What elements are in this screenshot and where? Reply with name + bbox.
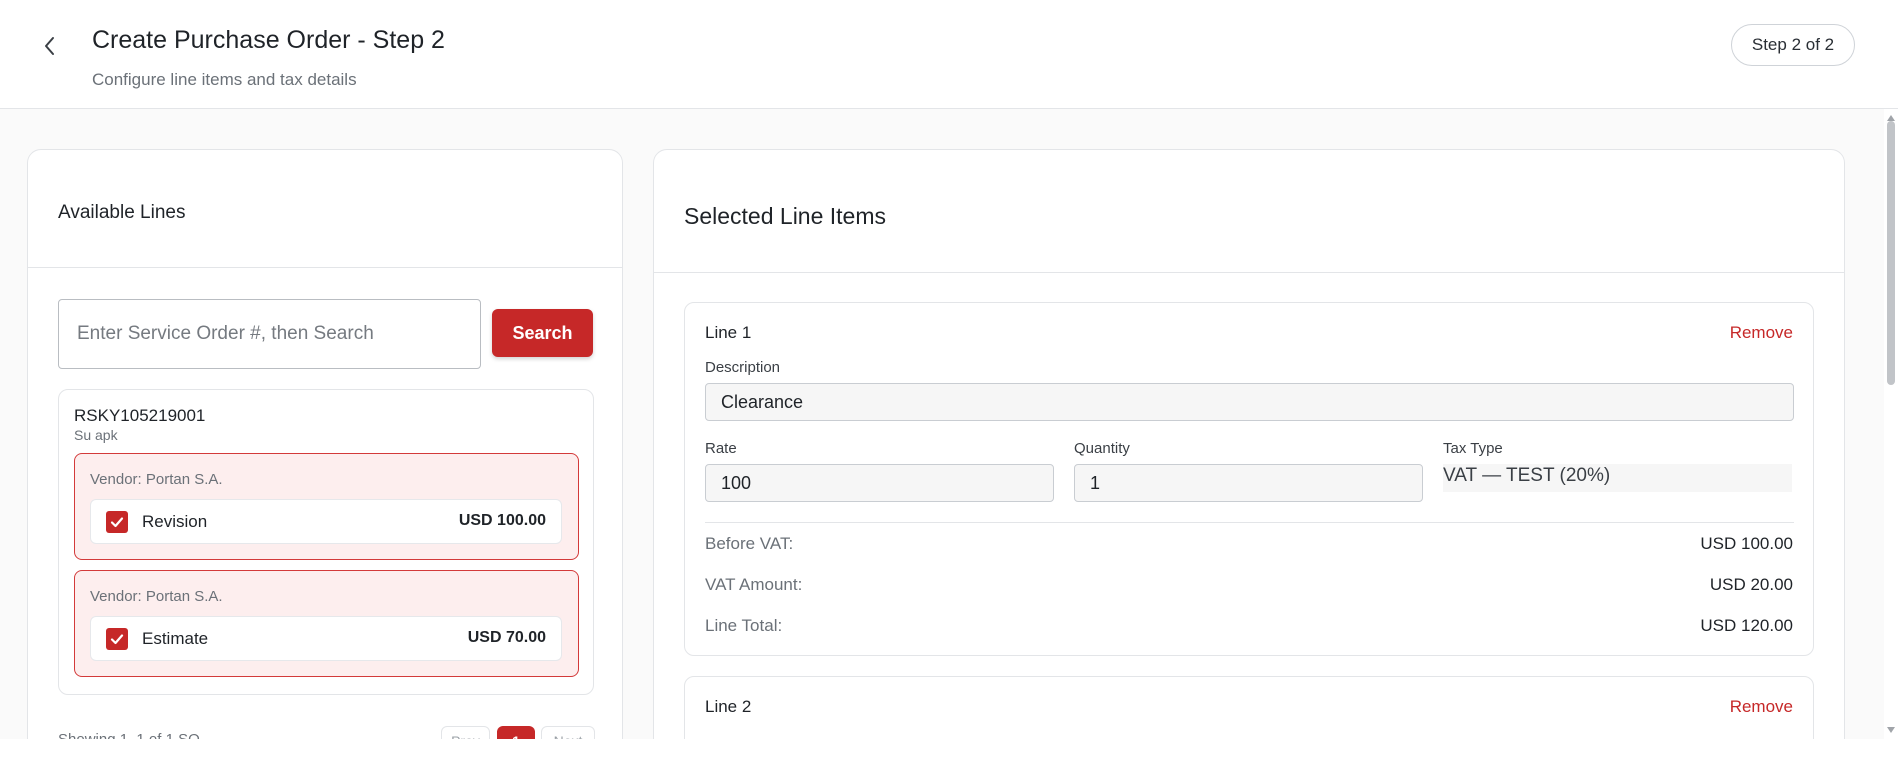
check-icon (110, 517, 124, 528)
available-line-row[interactable]: Estimate USD 70.00 (90, 616, 562, 661)
rate-label: Rate (705, 440, 737, 457)
available-lines-panel: Available Lines Search RSKY105219001 Su … (27, 149, 623, 739)
service-order-search-input[interactable] (58, 299, 481, 369)
available-lines-title: Available Lines (58, 202, 186, 223)
description-label: Description (705, 359, 781, 376)
line-name: Estimate (142, 629, 209, 648)
chevron-left-icon (45, 37, 54, 55)
selected-line-items-panel: Selected Line Items Line 1 Remove Descri… (653, 149, 1845, 739)
rate-field[interactable] (705, 464, 1054, 502)
line-name: Revision (142, 512, 208, 531)
line-total-value: USD 120.00 (1700, 616, 1793, 635)
available-lines-header: Available Lines (28, 150, 622, 268)
available-line-row[interactable]: Revision USD 100.00 (90, 499, 562, 544)
page-subtitle: Configure line items and tax details (92, 70, 357, 89)
scroll-thumb[interactable] (1887, 121, 1895, 385)
description-field[interactable] (705, 383, 1794, 421)
search-button[interactable]: Search (492, 309, 593, 357)
remove-line-button[interactable]: Remove (1730, 323, 1793, 343)
line-checkbox[interactable] (106, 628, 128, 650)
line-item-card: Line 1 Remove Description Rate Quantity … (684, 302, 1814, 656)
line-item-title: Line 2 (705, 697, 752, 716)
before-vat-label: Before VAT: (705, 534, 794, 553)
main-content: Available Lines Search RSKY105219001 Su … (0, 109, 1884, 739)
quantity-label: Quantity (1074, 440, 1130, 457)
service-order-card: RSKY105219001 Su apk Vendor: Portan S.A.… (58, 389, 594, 695)
divider (705, 522, 1794, 523)
page-scrollbar[interactable] (1884, 109, 1898, 739)
check-icon (110, 634, 124, 645)
scroll-down-arrow-icon[interactable] (1887, 727, 1895, 733)
line-item-title: Line 1 (705, 323, 752, 342)
next-page-button[interactable]: Next (541, 726, 595, 739)
bottom-strip (0, 739, 1898, 784)
selected-line-items-header: Selected Line Items (654, 150, 1844, 273)
line-item-card: Line 2 Remove (684, 676, 1814, 739)
vendor-group: Vendor: Portan S.A. Revision USD 100.00 (74, 453, 579, 560)
service-order-subtitle: Su apk (74, 427, 118, 443)
before-vat-value: USD 100.00 (1700, 534, 1793, 553)
tax-type-label: Tax Type (1443, 440, 1503, 457)
line-total-label: Line Total: (705, 616, 783, 635)
page-header: Create Purchase Order - Step 2 Configure… (0, 0, 1898, 109)
service-order-number: RSKY105219001 (74, 406, 206, 425)
selected-line-items-title: Selected Line Items (684, 203, 887, 229)
vat-amount-value: USD 20.00 (1709, 575, 1793, 594)
line-amount: USD 70.00 (467, 629, 546, 646)
step-indicator: Step 2 of 2 (1731, 24, 1855, 66)
line-checkbox[interactable] (106, 511, 128, 533)
back-button[interactable] (37, 34, 61, 58)
pagination-summary: Showing 1–1 of 1 SO (58, 731, 200, 739)
page-1-button[interactable]: 1 (497, 726, 535, 739)
vendor-group: Vendor: Portan S.A. Estimate USD 70.00 (74, 570, 579, 677)
tax-type-select[interactable]: VAT — TEST (20%) (1443, 464, 1792, 492)
vendor-label: Vendor: Portan S.A. (90, 588, 223, 605)
line-amount: USD 100.00 (458, 512, 546, 529)
prev-page-button[interactable]: Prev (441, 726, 490, 739)
vat-amount-label: VAT Amount: (705, 575, 803, 594)
quantity-field[interactable] (1074, 464, 1423, 502)
remove-line-button[interactable]: Remove (1730, 697, 1793, 717)
page-title: Create Purchase Order - Step 2 (92, 26, 445, 54)
vendor-label: Vendor: Portan S.A. (90, 471, 223, 488)
